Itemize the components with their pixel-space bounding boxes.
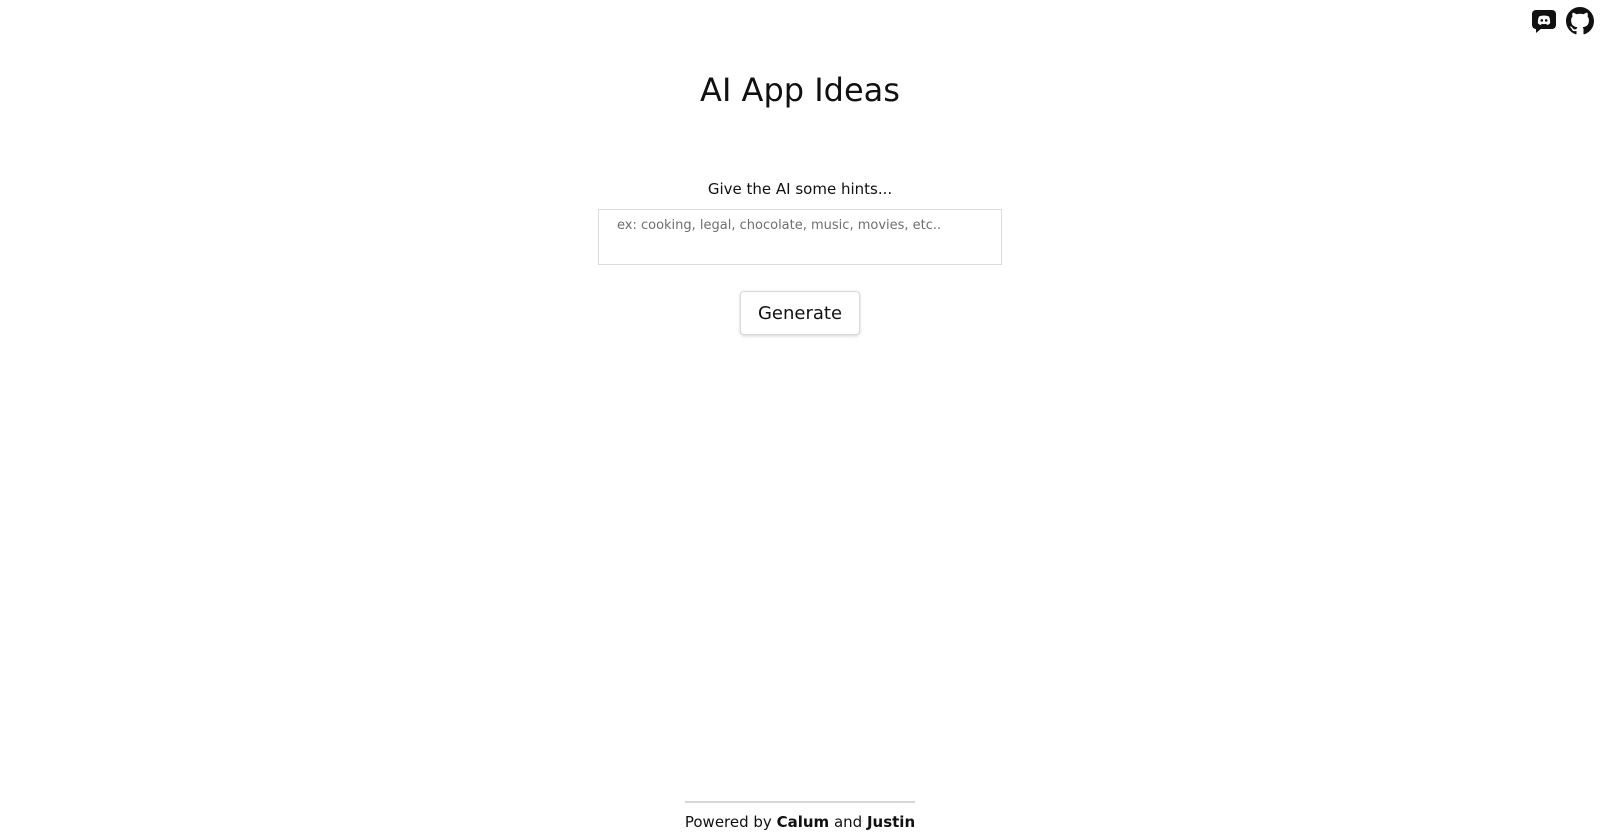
github-icon[interactable] (1566, 7, 1594, 35)
hint-label: Give the AI some hints... (707, 180, 893, 198)
footer-author-justin: Justin (866, 813, 916, 831)
hint-input[interactable] (598, 209, 1002, 265)
page-title: AI App Ideas (700, 71, 900, 109)
generate-button[interactable]: Generate (740, 291, 860, 335)
footer-prefix: Powered by (684, 813, 777, 831)
footer: Powered by Calum and Justin (0, 801, 1600, 832)
footer-credits: Powered by Calum and Justin (684, 801, 916, 832)
footer-author-calum: Calum (776, 813, 830, 831)
discord-icon[interactable] (1530, 7, 1558, 35)
page: AI App Ideas Give the AI some hints... G… (0, 0, 1600, 834)
footer-connector: and (829, 813, 867, 831)
top-icon-bar (1530, 7, 1594, 35)
